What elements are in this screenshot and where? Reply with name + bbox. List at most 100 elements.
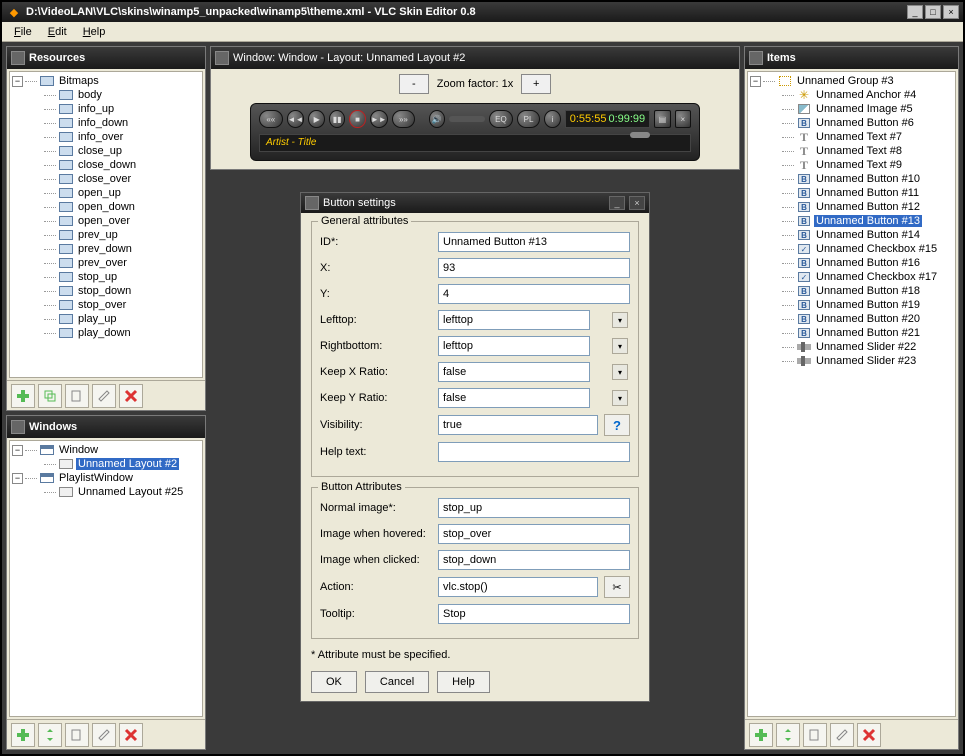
- add-button[interactable]: [749, 723, 773, 747]
- volume-slider[interactable]: [449, 116, 485, 122]
- player-skin-preview[interactable]: «« ◄◄ ▶ ▮▮ ■ ►► »» 🔊 EQ PL i: [250, 103, 700, 161]
- help-visibility-button[interactable]: ?: [604, 414, 630, 436]
- normal-image-input[interactable]: [438, 498, 630, 518]
- item-node[interactable]: Unnamed Button #6: [814, 117, 916, 129]
- layout-node[interactable]: Unnamed Layout #25: [76, 486, 185, 498]
- zoom-in-button[interactable]: +: [521, 74, 551, 94]
- menu-help[interactable]: Help: [75, 24, 114, 40]
- id-input[interactable]: [438, 232, 630, 252]
- move-button[interactable]: [776, 723, 800, 747]
- item-node[interactable]: Unnamed Button #10: [814, 173, 922, 185]
- maximize-button[interactable]: □: [925, 5, 941, 19]
- bitmap-node[interactable]: close_over: [76, 173, 133, 185]
- prev-icon[interactable]: ◄◄: [287, 110, 305, 128]
- copy-button[interactable]: [65, 384, 89, 408]
- copy-button[interactable]: [65, 723, 89, 747]
- dialog-close-button[interactable]: ×: [629, 196, 645, 210]
- bitmaps-root[interactable]: Bitmaps: [57, 75, 101, 87]
- bitmap-node[interactable]: prev_over: [76, 257, 129, 269]
- close-button[interactable]: ×: [943, 5, 959, 19]
- keepx-select[interactable]: [438, 362, 590, 382]
- bitmap-node[interactable]: info_over: [76, 131, 125, 143]
- next-icon[interactable]: ►►: [370, 110, 388, 128]
- item-node[interactable]: Unnamed Checkbox #15: [814, 243, 939, 255]
- item-node[interactable]: Unnamed Button #21: [814, 327, 922, 339]
- windows-tree[interactable]: − Window Unnamed Layout #2 −: [9, 440, 203, 717]
- items-tree[interactable]: −Unnamed Group #3✳Unnamed Anchor #4Unnam…: [747, 71, 956, 717]
- bitmap-node[interactable]: stop_down: [76, 285, 133, 297]
- rightbottom-select[interactable]: [438, 336, 590, 356]
- window-node[interactable]: PlaylistWindow: [57, 472, 135, 484]
- menu-file[interactable]: File: [6, 24, 40, 40]
- bitmap-node[interactable]: open_up: [76, 187, 123, 199]
- visibility-input[interactable]: [438, 415, 598, 435]
- cancel-button[interactable]: Cancel: [365, 671, 429, 693]
- item-node[interactable]: Unnamed Button #19: [814, 299, 922, 311]
- window-node[interactable]: Window: [57, 444, 100, 456]
- bitmap-node[interactable]: body: [76, 89, 104, 101]
- bitmap-node[interactable]: close_up: [76, 145, 124, 157]
- copy-button[interactable]: [803, 723, 827, 747]
- delete-button[interactable]: [857, 723, 881, 747]
- bitmap-node[interactable]: stop_up: [76, 271, 119, 283]
- bitmap-node[interactable]: open_down: [76, 201, 137, 213]
- item-node[interactable]: Unnamed Checkbox #17: [814, 271, 939, 283]
- action-input[interactable]: [438, 577, 598, 597]
- add-button[interactable]: [11, 723, 35, 747]
- zoom-out-button[interactable]: -: [399, 74, 429, 94]
- bitmap-node[interactable]: open_over: [76, 215, 132, 227]
- bitmap-node[interactable]: play_up: [76, 313, 119, 325]
- item-node[interactable]: Unnamed Button #12: [814, 201, 922, 213]
- edit-button[interactable]: [830, 723, 854, 747]
- info-icon[interactable]: i: [544, 110, 560, 128]
- item-node[interactable]: Unnamed Button #20: [814, 313, 922, 325]
- clicked-image-input[interactable]: [438, 550, 630, 570]
- y-input[interactable]: [438, 284, 630, 304]
- mute-icon[interactable]: 🔊: [429, 110, 445, 128]
- action-picker-button[interactable]: ✂: [604, 576, 630, 598]
- bitmap-node[interactable]: prev_down: [76, 243, 134, 255]
- close-skin-icon[interactable]: ×: [675, 110, 691, 128]
- item-node[interactable]: Unnamed Button #13: [814, 215, 922, 227]
- item-node[interactable]: Unnamed Button #11: [814, 187, 921, 199]
- tree-toggle[interactable]: −: [750, 76, 761, 87]
- item-node[interactable]: Unnamed Button #16: [814, 257, 922, 269]
- helptext-input[interactable]: [438, 442, 630, 462]
- item-node[interactable]: Unnamed Slider #23: [814, 355, 918, 367]
- keepy-select[interactable]: [438, 388, 590, 408]
- move-button[interactable]: [38, 723, 62, 747]
- bitmap-node[interactable]: play_down: [76, 327, 133, 339]
- pl-icon[interactable]: PL: [517, 110, 541, 128]
- help-button[interactable]: Help: [437, 671, 490, 693]
- bitmap-node[interactable]: info_up: [76, 103, 116, 115]
- bitmap-node[interactable]: info_down: [76, 117, 130, 129]
- item-node[interactable]: Unnamed Button #14: [814, 229, 922, 241]
- tooltip-input[interactable]: [438, 604, 630, 624]
- layout-node[interactable]: Unnamed Layout #2: [76, 458, 179, 470]
- item-node[interactable]: Unnamed Text #7: [814, 131, 904, 143]
- add-button[interactable]: [11, 384, 35, 408]
- shade-icon[interactable]: ▤: [654, 110, 670, 128]
- bitmap-node[interactable]: stop_over: [76, 299, 128, 311]
- tree-toggle[interactable]: −: [12, 76, 23, 87]
- tree-toggle[interactable]: −: [12, 445, 23, 456]
- delete-button[interactable]: [119, 723, 143, 747]
- rewind-icon[interactable]: ««: [259, 110, 283, 128]
- item-node[interactable]: Unnamed Image #5: [814, 103, 915, 115]
- pause-icon[interactable]: ▮▮: [329, 110, 345, 128]
- item-node[interactable]: Unnamed Button #18: [814, 285, 922, 297]
- hover-image-input[interactable]: [438, 524, 630, 544]
- delete-button[interactable]: [119, 384, 143, 408]
- item-node[interactable]: Unnamed Text #9: [814, 159, 904, 171]
- forward-icon[interactable]: »»: [392, 110, 416, 128]
- play-icon[interactable]: ▶: [308, 110, 324, 128]
- item-node[interactable]: Unnamed Text #8: [814, 145, 904, 157]
- menu-edit[interactable]: Edit: [40, 24, 75, 40]
- minimize-button[interactable]: _: [907, 5, 923, 19]
- bitmap-node[interactable]: prev_up: [76, 229, 120, 241]
- edit-button[interactable]: [92, 384, 116, 408]
- resources-tree[interactable]: − Bitmaps body info_up info_down info_overc…: [9, 71, 203, 378]
- duplicate-button[interactable]: [38, 384, 62, 408]
- ok-button[interactable]: OK: [311, 671, 357, 693]
- item-node[interactable]: Unnamed Slider #22: [814, 341, 918, 353]
